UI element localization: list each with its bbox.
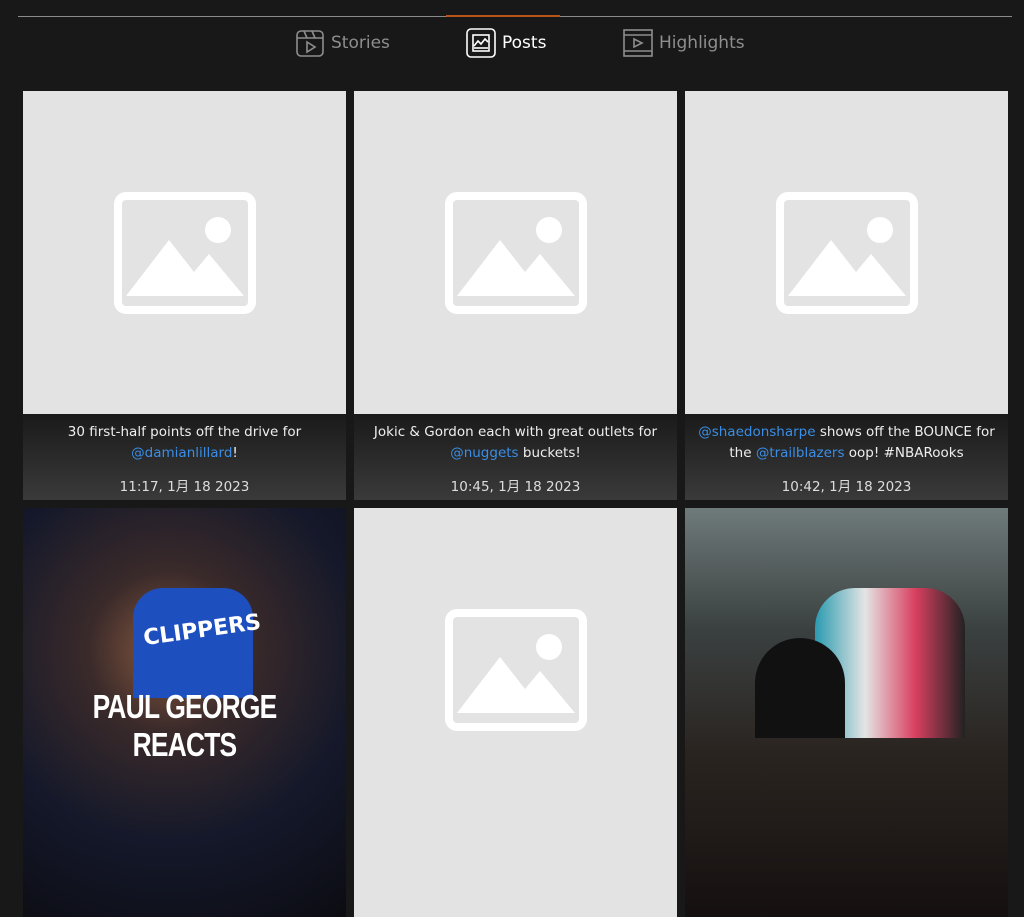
post-card[interactable]: CLIPPERS PAUL GEORGE REACTS (23, 508, 346, 917)
active-tab-indicator (446, 15, 560, 17)
post-caption: 30 first-half points off the drive for @… (23, 414, 346, 500)
tab-label: Posts (502, 33, 547, 53)
tab-bar: Stories Posts Highlights (0, 28, 1024, 60)
tab-label: Stories (331, 33, 390, 53)
image-placeholder-icon (113, 191, 256, 314)
post-card[interactable]: @shaedonsharpe shows off the BOUNCE for … (685, 91, 1008, 500)
tab-highlights[interactable]: Highlights (623, 28, 745, 58)
tab-label: Highlights (659, 33, 745, 53)
post-card[interactable] (354, 508, 677, 917)
post-caption: Jokic & Gordon each with great outlets f… (354, 414, 677, 500)
tab-stories[interactable]: Stories (295, 28, 390, 58)
image-placeholder-icon (775, 191, 918, 314)
image-placeholder-icon (444, 191, 587, 314)
post-image-placeholder (685, 91, 1008, 414)
post-caption: @shaedonsharpe shows off the BOUNCE for … (685, 414, 1008, 500)
mention-link[interactable]: @trailblazers (756, 445, 845, 461)
post-image-placeholder (23, 91, 346, 414)
highlights-icon (623, 29, 653, 57)
mention-link[interactable]: @damianlillard (131, 445, 232, 461)
post-card[interactable]: 30 first-half points off the drive for @… (23, 91, 346, 500)
post-image-placeholder (354, 91, 677, 414)
post-timestamp: 10:42, 1月 18 2023 (781, 479, 912, 495)
post-image-overlay-text: PAUL GEORGE REACTS (92, 688, 278, 763)
post-timestamp: 10:45, 1月 18 2023 (450, 479, 581, 495)
post-card[interactable] (685, 508, 1008, 917)
post-card[interactable]: Jokic & Gordon each with great outlets f… (354, 91, 677, 500)
mention-link[interactable]: @nuggets (450, 445, 518, 461)
post-image-placeholder (354, 508, 677, 831)
mention-link[interactable]: @shaedonsharpe (698, 424, 815, 440)
post-photo (755, 638, 845, 738)
stories-icon (296, 30, 324, 57)
tab-posts[interactable]: Posts (466, 28, 546, 58)
post-timestamp: 11:17, 1月 18 2023 (119, 479, 250, 495)
post-photo: CLIPPERS (133, 588, 263, 698)
image-placeholder-icon (444, 608, 587, 731)
posts-icon (466, 28, 496, 58)
